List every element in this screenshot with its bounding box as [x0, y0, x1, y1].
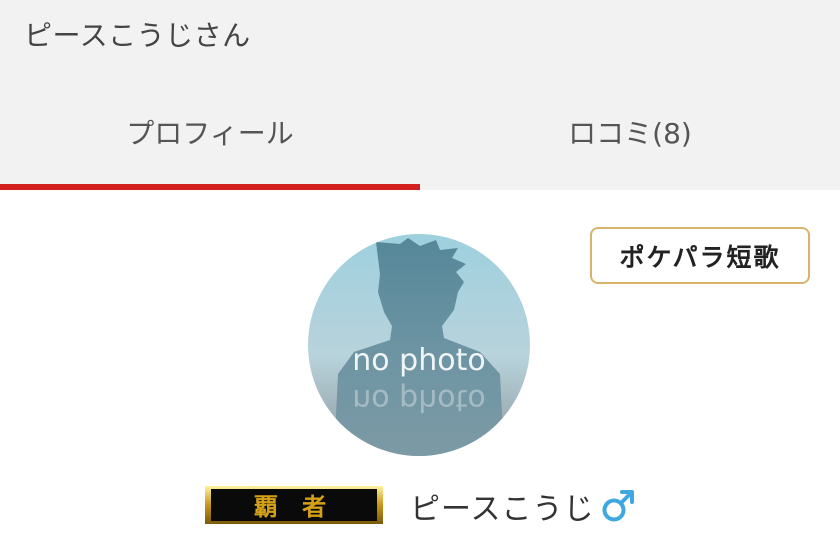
- male-symbol-icon: [600, 486, 636, 524]
- rank-badge: 覇 者: [205, 486, 383, 524]
- rank-badge-text: 覇 者: [254, 492, 334, 521]
- no-photo-placeholder-icon: no photo no photo: [308, 234, 530, 456]
- user-name: ピースこうじ: [410, 492, 595, 527]
- avatar: no photo no photo: [308, 234, 530, 456]
- page-title: ピースこうじさん: [24, 19, 251, 52]
- no-photo-reflection: no photo: [352, 382, 485, 417]
- tanka-button[interactable]: ポケパラ短歌: [590, 227, 810, 284]
- top-bar: ピースこうじさん プロフィール ロコミ(8): [0, 0, 840, 190]
- active-tab-indicator: [0, 184, 420, 190]
- no-photo-label: no photo: [352, 343, 485, 378]
- tab-reviews[interactable]: ロコミ(8): [420, 112, 840, 184]
- tab-profile[interactable]: プロフィール: [0, 112, 420, 184]
